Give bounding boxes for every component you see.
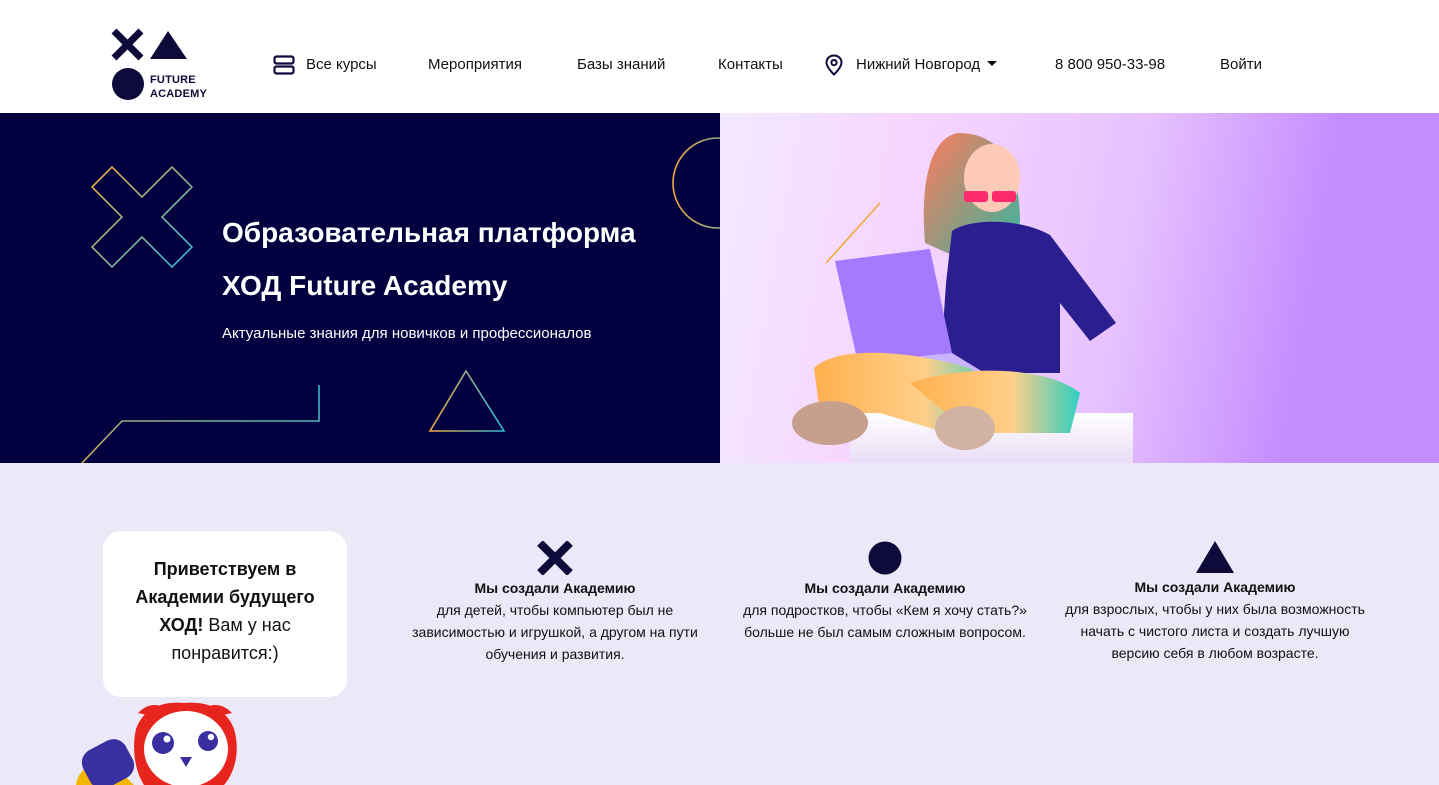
location-pin-icon [825,54,843,76]
owl-mascot-icon [76,702,237,785]
feature-adults: Мы создали Академию для взрослых, чтобы … [1065,540,1365,664]
feature-description: для детей, чтобы компьютер был не зависи… [412,602,698,662]
site-header: FUTURE ACADEMY Все курсы Мероприятия Баз… [0,0,1439,113]
hero-subtitle: Актуальные знания для новичков и професс… [222,325,592,342]
city-selector[interactable]: Нижний Новгород [856,55,998,75]
login-link[interactable]: Войти [1220,55,1262,75]
circle-icon [868,541,902,575]
cross-outline-icon [90,165,194,269]
hero-banner: Образовательная платформа ХОД Future Aca… [0,113,764,486]
welcome-text: Приветствуем в Академии будущего ХОД! Ва… [135,559,315,663]
about-section: Приветствуем в Академии будущего ХОД! Ва… [0,463,1439,785]
chevron-down-icon [987,61,998,66]
phone-link[interactable]: 8 800 950-33-98 [1055,55,1165,75]
feature-heading: Мы создали Академию [474,580,636,596]
city-label: Нижний Новгород [856,56,981,73]
logo[interactable]: FUTURE ACADEMY [110,28,220,102]
nav-knowledge-bases[interactable]: Базы знаний [577,55,665,75]
feature-description: для взрослых, чтобы у них была возможнос… [1065,601,1365,661]
feature-teens: Мы создали Академию для подростков, чтоб… [735,541,1035,643]
hero-image [720,113,1439,463]
feature-description: для подростков, чтобы «Кем я хочу стать?… [743,602,1027,640]
hero-title: Образовательная платформа ХОД Future Aca… [222,217,636,301]
nav-all-courses[interactable]: Все курсы [306,55,377,75]
feature-heading: Мы создали Академию [1134,579,1296,595]
triangle-outline-icon [428,369,506,432]
nav-events[interactable]: Мероприятия [428,55,522,75]
cross-icon [537,541,573,575]
girl-with-laptop-illustration [792,133,1133,463]
triangle-icon [1196,541,1234,573]
feature-kids: Мы создали Академию для детей, чтобы ком… [405,541,705,665]
welcome-card: Приветствуем в Академии будущего ХОД! Ва… [103,531,347,697]
courses-menu-icon[interactable] [273,55,295,75]
line-decoration-icon [825,202,881,264]
nav-contacts[interactable]: Контакты [718,55,783,75]
logo-text: FUTURE ACADEMY [150,74,208,100]
feature-heading: Мы создали Академию [804,580,966,596]
